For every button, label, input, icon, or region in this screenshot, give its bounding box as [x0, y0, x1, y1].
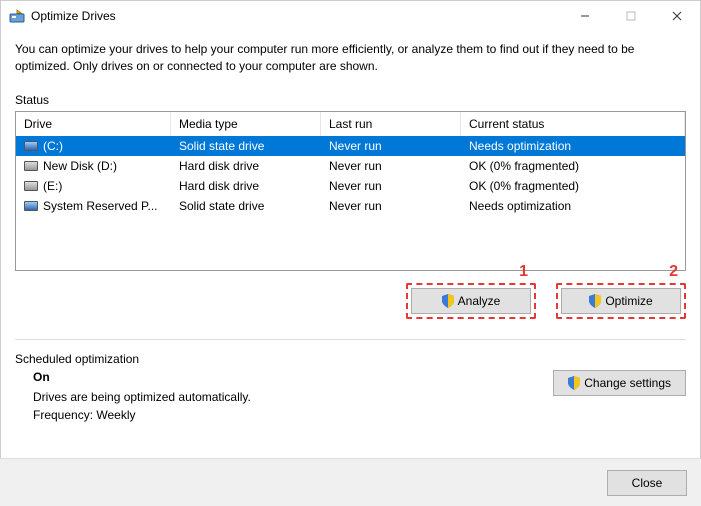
- close-button[interactable]: Close: [607, 470, 687, 496]
- drive-name: (C:): [43, 139, 63, 153]
- current-status: OK (0% fragmented): [461, 159, 685, 173]
- drive-name: (E:): [43, 179, 62, 193]
- close-window-button[interactable]: [654, 1, 700, 31]
- scheduled-freq: Frequency: Weekly: [33, 408, 251, 422]
- callout-number-1: 1: [519, 263, 528, 281]
- status-label: Status: [15, 93, 686, 107]
- minimize-button[interactable]: [562, 1, 608, 31]
- maximize-button: [608, 1, 654, 31]
- shield-icon: [568, 376, 580, 390]
- current-status: Needs optimization: [461, 139, 685, 153]
- scheduled-info: On Drives are being optimized automatica…: [15, 370, 251, 426]
- scheduled-state: On: [33, 370, 251, 384]
- table-row[interactable]: New Disk (D:) Hard disk driveNever runOK …: [16, 156, 685, 176]
- app-icon: [9, 8, 25, 24]
- callout-number-2: 2: [669, 263, 678, 281]
- media-type: Solid state drive: [171, 139, 321, 153]
- description-text: You can optimize your drives to help you…: [15, 41, 686, 75]
- change-settings-button[interactable]: Change settings: [553, 370, 686, 396]
- change-settings-label: Change settings: [584, 376, 671, 390]
- shield-icon: [589, 294, 601, 308]
- current-status: Needs optimization: [461, 199, 685, 213]
- optimize-label: Optimize: [605, 294, 652, 308]
- table-row[interactable]: (E:) Hard disk driveNever runOK (0% fragm…: [16, 176, 685, 196]
- optimize-callout: 2 Optimize: [556, 283, 686, 319]
- scheduled-label: Scheduled optimization: [15, 352, 686, 366]
- optimize-button[interactable]: Optimize: [561, 288, 681, 314]
- media-type: Solid state drive: [171, 199, 321, 213]
- divider: [15, 339, 686, 340]
- media-type: Hard disk drive: [171, 179, 321, 193]
- drives-table: Drive Media type Last run Current status…: [15, 111, 686, 271]
- drive-name: New Disk (D:): [43, 159, 117, 173]
- analyze-callout: 1 Analyze: [406, 283, 536, 319]
- header-lastrun[interactable]: Last run: [321, 112, 461, 136]
- media-type: Hard disk drive: [171, 159, 321, 173]
- header-media[interactable]: Media type: [171, 112, 321, 136]
- drive-icon: [24, 201, 38, 211]
- window-controls: [562, 1, 700, 31]
- titlebar: Optimize Drives: [1, 1, 700, 31]
- table-row[interactable]: System Reserved P... Solid state driveNev…: [16, 196, 685, 216]
- scheduled-desc: Drives are being optimized automatically…: [33, 390, 251, 404]
- drive-icon: [24, 141, 38, 151]
- window-title: Optimize Drives: [31, 9, 562, 23]
- last-run: Never run: [321, 179, 461, 193]
- drive-icon: [24, 161, 38, 171]
- drive-icon: [24, 181, 38, 191]
- header-status[interactable]: Current status: [461, 112, 685, 136]
- drive-name: System Reserved P...: [43, 199, 158, 213]
- table-row[interactable]: (C:) Solid state driveNever runNeeds opti…: [16, 136, 685, 156]
- header-drive[interactable]: Drive: [16, 112, 171, 136]
- analyze-label: Analyze: [458, 294, 501, 308]
- current-status: OK (0% fragmented): [461, 179, 685, 193]
- analyze-button[interactable]: Analyze: [411, 288, 531, 314]
- last-run: Never run: [321, 139, 461, 153]
- close-label: Close: [632, 476, 663, 490]
- last-run: Never run: [321, 199, 461, 213]
- last-run: Never run: [321, 159, 461, 173]
- table-header: Drive Media type Last run Current status: [16, 112, 685, 136]
- footer: Close: [0, 458, 701, 506]
- shield-icon: [442, 294, 454, 308]
